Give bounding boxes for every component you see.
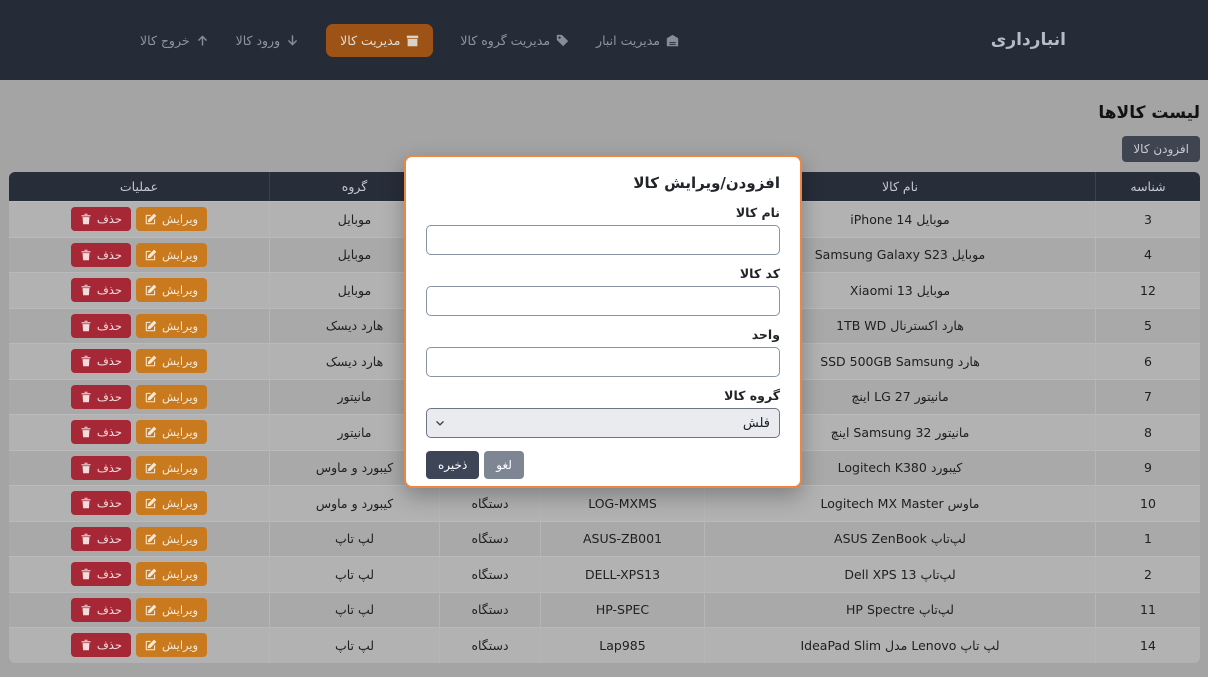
product-name-label: نام کالا (426, 205, 780, 220)
save-button[interactable]: ذخیره (426, 451, 479, 479)
product-code-input[interactable] (426, 286, 780, 316)
modal-title: افزودن/ویرایش کالا (426, 174, 780, 192)
product-group-label: گروه کالا (426, 388, 780, 403)
product-name-input[interactable] (426, 225, 780, 255)
unit-label: واحد (426, 327, 780, 342)
unit-input[interactable] (426, 347, 780, 377)
cancel-button[interactable]: لغو (484, 451, 524, 479)
product-group-select[interactable]: فلش (426, 408, 780, 438)
add-edit-product-modal: افزودن/ویرایش کالا نام کالا کد کالا واحد… (404, 155, 802, 488)
inventory-app: انبارداری مدیریت انبار مدیریت گروه کالا … (0, 0, 1208, 677)
product-code-label: کد کالا (426, 266, 780, 281)
